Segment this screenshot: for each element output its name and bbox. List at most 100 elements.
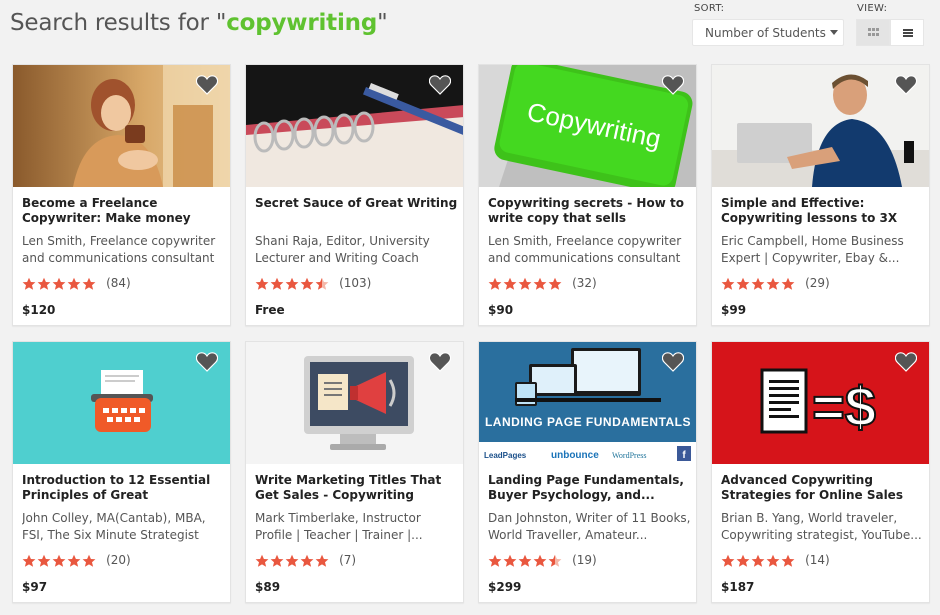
course-thumbnail[interactable]	[13, 65, 230, 187]
star-full-icon	[285, 277, 299, 290]
page-title: Search results for "copywriting"	[10, 10, 388, 36]
course-thumbnail[interactable]	[246, 342, 463, 464]
heart-icon[interactable]	[428, 75, 452, 95]
title-prefix: Search results for "	[10, 10, 227, 36]
course-thumbnail[interactable]	[13, 342, 230, 464]
course-title[interactable]: Introduction to 12 Essential Principles …	[22, 473, 225, 503]
course-card[interactable]: Secret Sauce of Great Writing Shani Raja…	[245, 64, 464, 326]
star-full-icon	[751, 277, 765, 290]
course-thumbnail[interactable]: Copywriting	[479, 65, 696, 187]
course-price: $99	[721, 303, 747, 317]
star-full-icon	[766, 554, 780, 567]
course-title[interactable]: Advanced Copywriting Strategies for Onli…	[721, 473, 924, 503]
review-count: (20)	[106, 552, 131, 567]
star-full-icon	[781, 554, 795, 567]
grid-icon	[868, 28, 879, 37]
course-card[interactable]: =$ Advanced Copywriting Strategies for O…	[711, 341, 930, 603]
star-full-icon	[488, 554, 502, 567]
star-full-icon	[721, 277, 735, 290]
caret-down-icon	[829, 30, 838, 35]
star-full-icon	[82, 554, 96, 567]
title-suffix: "	[377, 10, 388, 36]
svg-text:LeadPages: LeadPages	[484, 451, 527, 460]
review-count: (103)	[339, 275, 372, 290]
course-rating: (20)	[22, 549, 131, 567]
review-count: (84)	[106, 275, 131, 290]
star-full-icon	[37, 277, 51, 290]
course-thumbnail[interactable]: =$	[712, 342, 929, 464]
star-full-icon	[255, 277, 269, 290]
star-full-icon	[285, 554, 299, 567]
star-full-icon	[766, 277, 780, 290]
course-card[interactable]: Introduction to 12 Essential Principles …	[12, 341, 231, 603]
svg-text:LANDING PAGE FUNDAMENTALS: LANDING PAGE FUNDAMENTALS	[485, 415, 691, 429]
course-rating: (103)	[255, 272, 371, 290]
course-title[interactable]: Become a Freelance Copywriter: Make mone…	[22, 196, 225, 226]
star-full-icon	[67, 277, 81, 290]
star-full-icon	[518, 277, 532, 290]
star-full-icon	[82, 277, 96, 290]
heart-icon[interactable]	[894, 75, 918, 95]
heart-icon[interactable]	[428, 352, 452, 372]
course-title[interactable]: Simple and Effective: Copywriting lesson…	[721, 196, 924, 226]
results-header: Search results for "copywriting" SORT: N…	[0, 0, 940, 56]
course-title[interactable]: Landing Page Fundamentals, Buyer Psychol…	[488, 473, 691, 503]
review-count: (7)	[339, 552, 357, 567]
view-label: VIEW:	[857, 3, 888, 14]
course-price: $120	[22, 303, 56, 317]
grid-view-button[interactable]	[856, 19, 890, 46]
review-count: (14)	[805, 552, 830, 567]
course-card[interactable]: Simple and Effective: Copywriting lesson…	[711, 64, 930, 326]
course-rating: (19)	[488, 549, 597, 567]
star-full-icon	[22, 554, 36, 567]
heart-icon[interactable]	[894, 352, 918, 372]
sort-value: Number of Students	[705, 26, 826, 40]
list-icon	[903, 29, 913, 37]
star-full-icon	[52, 277, 66, 290]
star-half-icon	[548, 554, 562, 567]
star-rating	[488, 273, 563, 292]
course-thumbnail[interactable]	[246, 65, 463, 187]
course-title[interactable]: Secret Sauce of Great Writing	[255, 196, 458, 226]
star-full-icon	[67, 554, 81, 567]
star-full-icon	[300, 554, 314, 567]
sort-label: SORT:	[694, 3, 725, 14]
star-full-icon	[721, 554, 735, 567]
heart-icon[interactable]	[661, 75, 685, 95]
star-full-icon	[300, 277, 314, 290]
svg-text:unbounce: unbounce	[551, 450, 599, 461]
heart-icon[interactable]	[195, 75, 219, 95]
star-rating	[255, 550, 330, 569]
star-full-icon	[37, 554, 51, 567]
course-card[interactable]: Copywriting Copywriting secrets - How to…	[478, 64, 697, 326]
svg-text:=$: =$	[812, 375, 876, 438]
course-rating: (84)	[22, 272, 131, 290]
course-price: $97	[22, 580, 48, 594]
course-price: $90	[488, 303, 514, 317]
course-card[interactable]: LANDING PAGE FUNDAMENTALS LeadPages unbo…	[478, 341, 697, 603]
star-full-icon	[533, 277, 547, 290]
course-thumbnail[interactable]	[712, 65, 929, 187]
heart-icon[interactable]	[661, 352, 685, 372]
course-rating: (14)	[721, 549, 830, 567]
star-full-icon	[315, 554, 329, 567]
course-card[interactable]: Write Marketing Titles That Get Sales - …	[245, 341, 464, 603]
course-instructor: Mark Timberlake, Instructor Profile | Te…	[255, 511, 423, 542]
course-price: $187	[721, 580, 755, 594]
heart-icon[interactable]	[195, 352, 219, 372]
star-rating	[721, 273, 796, 292]
course-price: $89	[255, 580, 281, 594]
course-instructor: Dan Johnston, Writer of 11 Books, World …	[488, 511, 691, 542]
star-full-icon	[751, 554, 765, 567]
course-card[interactable]: Become a Freelance Copywriter: Make mone…	[12, 64, 231, 326]
review-count: (29)	[805, 275, 830, 290]
course-title[interactable]: Write Marketing Titles That Get Sales - …	[255, 473, 458, 503]
star-full-icon	[255, 554, 269, 567]
course-title[interactable]: Copywriting secrets - How to write copy …	[488, 196, 691, 226]
list-view-button[interactable]	[890, 19, 924, 46]
sort-dropdown[interactable]: Number of Students	[692, 19, 844, 46]
star-half-icon	[315, 277, 329, 290]
star-full-icon	[781, 277, 795, 290]
course-thumbnail[interactable]: LANDING PAGE FUNDAMENTALS LeadPages unbo…	[479, 342, 696, 464]
course-instructor: Brian B. Yang, World traveler, Copywriti…	[721, 511, 922, 542]
